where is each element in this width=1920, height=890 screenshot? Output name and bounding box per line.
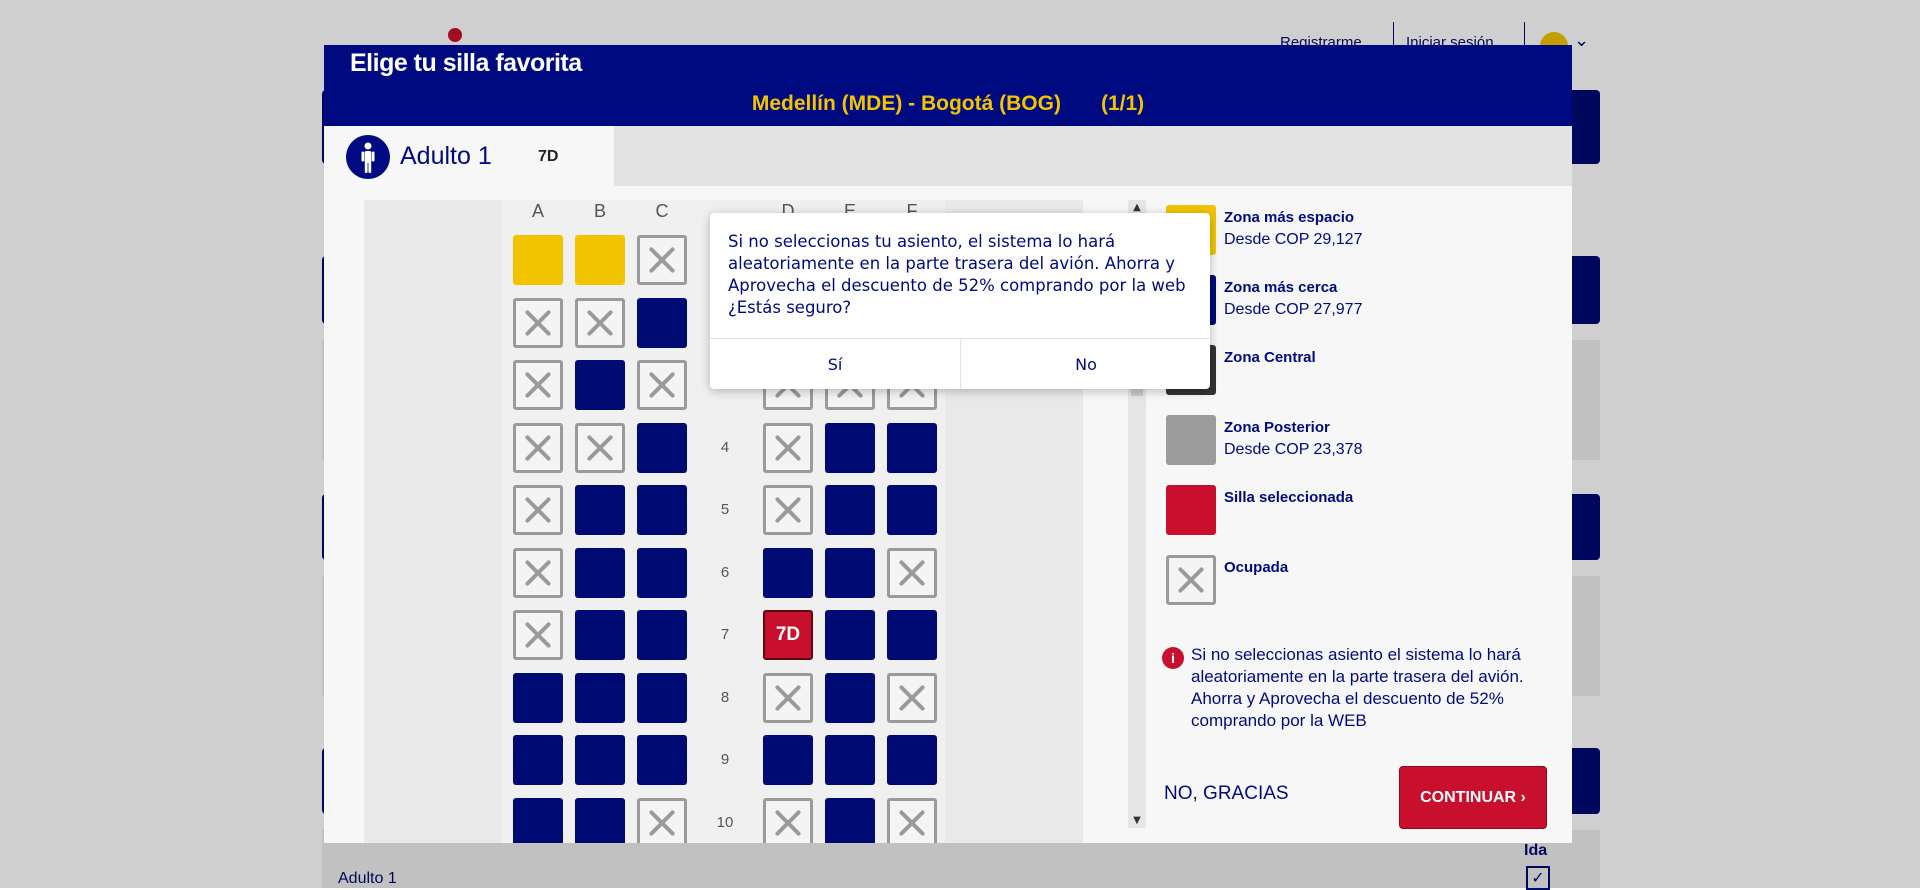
seat-10f bbox=[887, 797, 937, 843]
route-line: Medellín (MDE) - Bogotá (BOG) (1/1) bbox=[324, 92, 1572, 116]
passenger-name: Adulto 1 bbox=[400, 142, 492, 170]
person-icon bbox=[346, 135, 390, 179]
seat-6a bbox=[513, 547, 563, 598]
seat-5b[interactable] bbox=[575, 485, 625, 535]
seat-9a[interactable] bbox=[513, 735, 563, 785]
confirm-dialog: Si no seleccionas tu asiento, el sistema… bbox=[710, 213, 1210, 389]
seat-2b bbox=[575, 297, 625, 348]
seat-2a bbox=[513, 297, 563, 348]
modal-header: Elige tu silla favorita Medellín (MDE) -… bbox=[324, 45, 1572, 126]
seat-9f[interactable] bbox=[887, 735, 937, 785]
seat-7c[interactable] bbox=[637, 610, 687, 660]
dialog-yes-button[interactable]: Sí bbox=[710, 339, 960, 389]
legend-name: Ocupada bbox=[1224, 559, 1289, 576]
seat-5f[interactable] bbox=[887, 485, 937, 535]
seat-4f[interactable] bbox=[887, 422, 937, 473]
seat-4a bbox=[513, 422, 563, 473]
info-icon: i bbox=[1162, 647, 1184, 669]
column-label-a: A bbox=[531, 201, 544, 221]
row-label: 7 bbox=[720, 626, 730, 643]
legend-price: Desde COP 29,127 bbox=[1224, 231, 1363, 248]
seat-6b[interactable] bbox=[575, 547, 625, 598]
seat-9b[interactable] bbox=[575, 735, 625, 785]
seat-7b[interactable] bbox=[575, 610, 625, 660]
row-label: 5 bbox=[720, 501, 730, 518]
seat-5e[interactable] bbox=[825, 485, 875, 535]
seat-8a[interactable] bbox=[513, 672, 563, 723]
seat-7d[interactable]: 7D bbox=[763, 610, 813, 660]
no-thanks-button[interactable]: NO, GRACIAS bbox=[1164, 783, 1289, 805]
seat-6f bbox=[887, 547, 937, 598]
seat-4b bbox=[575, 422, 625, 473]
seat-7e[interactable] bbox=[825, 610, 875, 660]
seat-4d bbox=[763, 422, 813, 473]
legend-name: Zona más espacio bbox=[1224, 209, 1355, 226]
modal-title: Elige tu silla favorita bbox=[350, 49, 582, 77]
legend-name: Zona Posterior bbox=[1224, 419, 1330, 436]
row-label: 4 bbox=[720, 438, 730, 456]
seat-10b[interactable] bbox=[575, 797, 625, 843]
seat-9c[interactable] bbox=[637, 735, 687, 785]
column-label-b: B bbox=[593, 201, 606, 221]
scroll-down-icon[interactable]: ▼ bbox=[1128, 815, 1146, 826]
legend-name: Zona Central bbox=[1224, 349, 1316, 366]
seat-3c bbox=[637, 360, 687, 410]
column-label-c: C bbox=[655, 201, 669, 221]
seatmap-wing-left bbox=[364, 200, 502, 843]
row-label: 9 bbox=[720, 751, 730, 768]
seat-8f bbox=[887, 672, 937, 723]
legend-price: Desde COP 27,977 bbox=[1224, 301, 1363, 318]
route-label: Medellín (MDE) - Bogotá (BOG) bbox=[751, 92, 1061, 115]
info-message: Si no seleccionas asiento el sistema lo … bbox=[1191, 645, 1524, 730]
continue-button[interactable]: CONTINUAR › bbox=[1399, 766, 1547, 829]
segment-counter: (1/1) bbox=[1100, 92, 1145, 115]
seat-10a[interactable] bbox=[513, 797, 563, 843]
row-label: 10 bbox=[716, 813, 734, 831]
legend-swatch bbox=[1166, 555, 1216, 605]
legend-price: Desde COP 23,378 bbox=[1224, 441, 1363, 458]
seat-5d bbox=[763, 485, 813, 535]
legend-name: Zona más cerca bbox=[1224, 279, 1338, 296]
seat-6e[interactable] bbox=[825, 547, 875, 598]
passenger-tab-adult-1[interactable]: Adulto 1 7D bbox=[324, 126, 614, 186]
row-label: 6 bbox=[720, 563, 730, 581]
seat-6c[interactable] bbox=[637, 547, 687, 598]
passenger-strip: Adulto 1 7D bbox=[324, 126, 1572, 186]
seat-5c[interactable] bbox=[637, 485, 687, 535]
legend-swatch bbox=[1166, 415, 1216, 465]
seat-1c bbox=[637, 235, 687, 285]
seat-8e[interactable] bbox=[825, 672, 875, 723]
seat-4e[interactable] bbox=[825, 422, 875, 473]
seat-selection-modal: Elige tu silla favorita Medellín (MDE) -… bbox=[324, 45, 1572, 843]
legend-name: Silla seleccionada bbox=[1224, 489, 1354, 506]
seat-3a bbox=[513, 360, 563, 410]
seat-2c[interactable] bbox=[637, 297, 687, 348]
seat-1a[interactable] bbox=[513, 235, 563, 285]
seat-4c[interactable] bbox=[637, 422, 687, 473]
row-label: 8 bbox=[720, 688, 730, 706]
dialog-no-button[interactable]: No bbox=[961, 339, 1210, 389]
seat-8b[interactable] bbox=[575, 672, 625, 723]
seat-9d[interactable] bbox=[763, 735, 813, 785]
seat-7a bbox=[513, 610, 563, 660]
seat-6d[interactable] bbox=[763, 547, 813, 598]
seat-5a bbox=[513, 485, 563, 535]
dialog-message: Si no seleccionas tu asiento, el sistema… bbox=[728, 232, 1186, 317]
seat-10d bbox=[763, 797, 813, 843]
seat-8d bbox=[763, 672, 813, 723]
seat-9e[interactable] bbox=[825, 735, 875, 785]
seat-10e[interactable] bbox=[825, 797, 875, 843]
legend-swatch bbox=[1166, 485, 1216, 535]
seat-7f[interactable] bbox=[887, 610, 937, 660]
seat-3b[interactable] bbox=[575, 360, 625, 410]
scroll-up-icon[interactable]: ▲ bbox=[1128, 202, 1146, 213]
seat-10c bbox=[637, 797, 687, 843]
seat-8c[interactable] bbox=[637, 672, 687, 723]
passenger-seat: 7D bbox=[538, 148, 559, 165]
seat-1b[interactable] bbox=[575, 235, 625, 285]
